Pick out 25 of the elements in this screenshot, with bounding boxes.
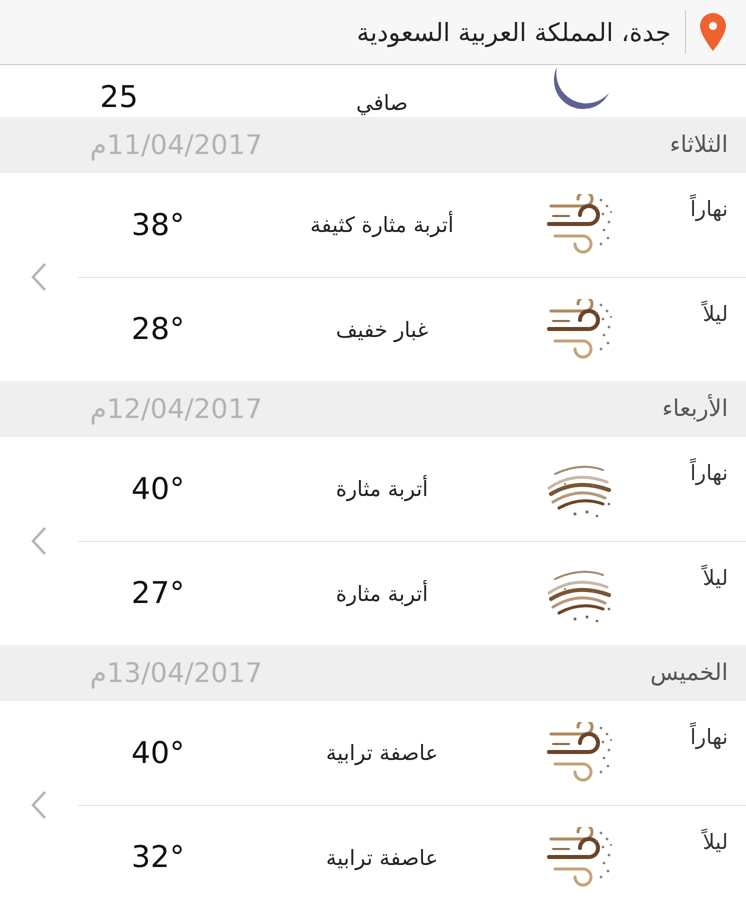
temperature: 32°: [131, 840, 185, 875]
temperature: 25: [100, 80, 138, 115]
day-name: الخميس: [650, 660, 728, 686]
day-name: الأربعاء: [662, 396, 728, 422]
temperature: 40°: [131, 736, 185, 770]
period-label: ليلاً: [702, 830, 729, 854]
condition-text: غبار خفيف: [336, 318, 428, 342]
location-pin-icon: [700, 13, 726, 51]
temperature: 28°: [131, 312, 185, 347]
location-name: جدة، المملكة العربية السعودية: [356, 18, 671, 46]
date-text: 12/04/2017م: [90, 394, 262, 424]
period-label: ليلاً: [702, 302, 729, 326]
condition-text: أتربة مثارة كثيفة: [310, 213, 454, 237]
date-text: 11/04/2017م: [90, 130, 262, 160]
condition-text: عاصفة ترابية: [326, 846, 438, 870]
condition-text: أتربة مثارة: [336, 477, 428, 501]
condition-text: صافي: [356, 91, 408, 115]
temperature: 27°: [131, 576, 185, 611]
date-text: 13/04/2017م: [90, 658, 262, 688]
period-label: ليلاً: [702, 566, 729, 590]
condition-text: أتربة مثارة: [336, 582, 428, 606]
condition-text: عاصفة ترابية: [326, 741, 438, 765]
day-name: الثلاثاء: [670, 132, 728, 158]
temperature: 38°: [131, 208, 185, 242]
temperature: 40°: [131, 472, 185, 506]
